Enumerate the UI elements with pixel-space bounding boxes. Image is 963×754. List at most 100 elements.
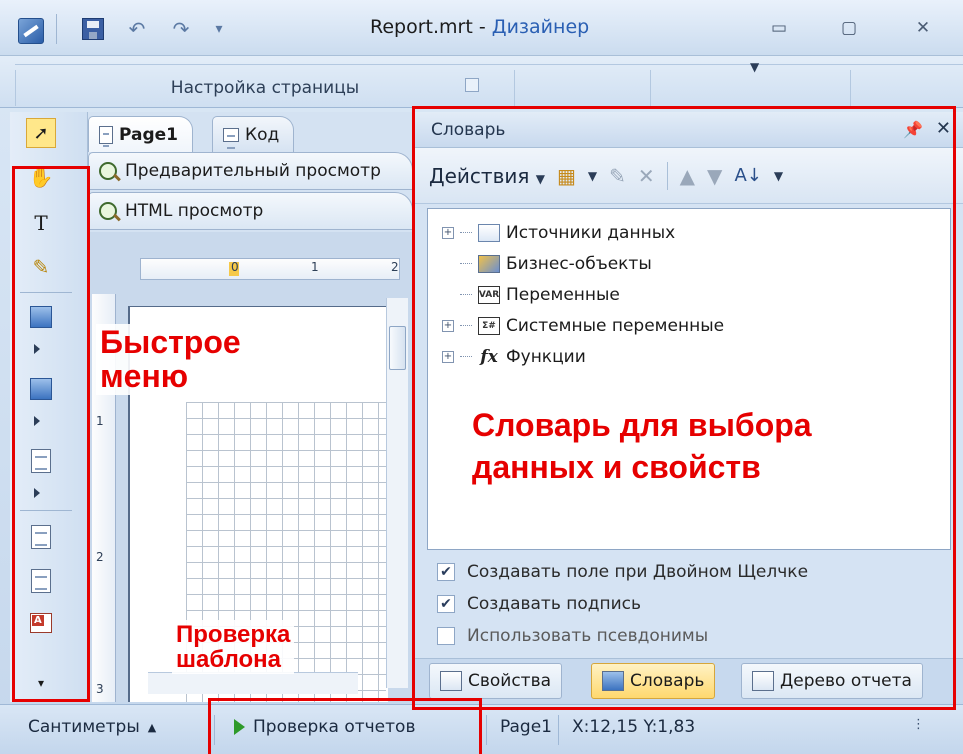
horizontal-scrollbar[interactable] <box>148 672 358 694</box>
tab-label: Словарь <box>630 671 705 691</box>
close-button[interactable]: ✕ <box>906 14 940 42</box>
tree-node-label: Переменные <box>506 284 620 305</box>
pin-icon[interactable]: 📌 <box>903 120 923 139</box>
sort-az-icon[interactable]: A↓ <box>734 165 761 186</box>
toolbox-separator <box>20 292 72 293</box>
tab-label: Код <box>245 124 280 145</box>
maximize-button[interactable]: ▢ <box>832 14 866 42</box>
report-form-icon[interactable] <box>26 608 56 638</box>
tab-properties[interactable]: Свойства <box>429 663 563 699</box>
select-pointer-icon[interactable]: ➚ <box>26 118 56 148</box>
save-icon[interactable] <box>80 16 106 42</box>
dictionary-tree: + Источники данных Бизнес-объекты VAR Пе… <box>427 208 951 550</box>
page-setup-label: Настройка страницы <box>170 78 360 98</box>
scrollbar-thumb[interactable] <box>389 326 406 370</box>
toolbox-separator <box>20 510 72 511</box>
toolbar-separator <box>666 161 668 190</box>
panel-title: Словарь <box>431 119 506 140</box>
check-reports-button[interactable]: Проверка отчетов <box>234 717 415 737</box>
toolbar-separator <box>56 14 57 44</box>
tree-node-functions[interactable]: + fx Функции <box>442 341 950 372</box>
tab-page1[interactable]: Page1 <box>88 116 194 152</box>
ribbon-divider <box>650 70 651 106</box>
option-label: Создавать подпись <box>467 594 642 614</box>
ribbon-group-caption: Настройка страницы <box>15 70 515 106</box>
coords-label: X:12,15 Y:1,83 <box>572 717 696 737</box>
annotation-line: меню <box>100 357 189 394</box>
panel-tabs: Свойства Словарь Дерево отчета <box>415 658 963 702</box>
status-overflow-icon[interactable]: ⋮ <box>912 717 925 732</box>
tab-preview[interactable]: Предварительный просмотр <box>88 152 413 190</box>
actions-menu[interactable]: Действия ▼ <box>429 164 545 188</box>
annotation-line: Проверка <box>176 621 291 648</box>
units-label: Сантиметры <box>28 717 140 737</box>
ribbon-divider <box>15 64 963 65</box>
expand-icon[interactable]: + <box>442 350 454 363</box>
ruler-label: 1 <box>311 260 319 274</box>
tree-node-label: Источники данных <box>506 222 676 243</box>
file-name: Report.mrt <box>370 16 473 38</box>
close-icon[interactable]: ✕ <box>936 118 951 139</box>
dictionary-header: Словарь <box>415 112 963 148</box>
units-selector[interactable]: Сантиметры ▲ <box>28 717 156 737</box>
hand-pan-icon[interactable]: ✋ <box>26 162 56 192</box>
annotation-line: данных и свойств <box>472 448 761 485</box>
ruler-label: 1 <box>96 414 104 428</box>
tree-node-data-sources[interactable]: + Источники данных <box>442 217 950 248</box>
option-label: Создавать поле при Двойном Щелчке <box>467 562 809 582</box>
edit-icon[interactable]: ✎ <box>609 164 626 188</box>
tree-node-business-objects[interactable]: Бизнес-объекты <box>442 248 950 279</box>
page-label: Page1 <box>500 717 552 737</box>
expand-icon[interactable]: + <box>442 319 454 332</box>
customize-quick-access-icon[interactable]: ▾ <box>206 16 232 42</box>
dictionary-toolbar: Действия ▼ ▦ ▼ ✎ ✕ ▲ ▼ A↓ ▼ <box>415 148 963 204</box>
redo-icon[interactable]: ↷ <box>168 16 194 42</box>
minimize-button[interactable]: ▭ <box>762 14 796 42</box>
ruler-label: 0 <box>231 260 239 274</box>
toolbox-overflow-icon[interactable]: ▾ <box>26 668 56 698</box>
tree-node-system-variables[interactable]: + Σ# Системные переменные <box>442 310 950 341</box>
expand-arrow-icon[interactable] <box>34 344 40 354</box>
cross-band-tool-icon[interactable] <box>26 374 56 404</box>
option-create-field-on-double-click[interactable]: ✔ Создавать поле при Двойном Щелчке <box>437 562 808 582</box>
expand-arrow-icon[interactable] <box>34 488 40 498</box>
quick-menu-toolbox: ➚ ✋ T ✎ ▾ <box>10 112 88 702</box>
vertical-scrollbar[interactable] <box>386 298 408 688</box>
move-up-icon[interactable]: ▲ <box>680 164 695 188</box>
app-name: Дизайнер <box>491 16 590 38</box>
tab-html-preview[interactable]: HTML просмотр <box>88 192 413 230</box>
app-icon[interactable] <box>18 18 44 44</box>
undo-icon[interactable]: ↶ <box>124 16 150 42</box>
expand-icon[interactable]: + <box>442 226 454 239</box>
ribbon-dropdown-arrow-icon[interactable]: ▼ <box>750 60 759 74</box>
option-use-aliases[interactable]: Использовать псевдонимы <box>437 626 708 646</box>
new-item-icon[interactable]: ▦ <box>557 164 576 188</box>
title-bar: ↶ ↷ ▾ Report.mrt - Дизайнер ▭ ▢ ✕ <box>0 0 963 56</box>
text-tool-icon[interactable]: T <box>26 208 56 238</box>
move-down-icon[interactable]: ▼ <box>707 164 722 188</box>
new-item-dropdown-icon[interactable]: ▼ <box>588 169 597 183</box>
form-icon[interactable] <box>26 566 56 596</box>
checkbox[interactable]: ✔ <box>437 595 455 613</box>
page-setup-dialog-launcher-icon[interactable] <box>465 78 479 92</box>
tree-node-label: Системные переменные <box>506 315 725 336</box>
page-icon[interactable] <box>26 522 56 552</box>
expand-arrow-icon[interactable] <box>34 416 40 426</box>
check-reports-label: Проверка отчетов <box>253 717 416 737</box>
variables-icon: VAR <box>478 285 500 304</box>
checkbox[interactable]: ✔ <box>437 563 455 581</box>
checkbox[interactable] <box>437 627 455 645</box>
format-painter-icon[interactable]: ✎ <box>26 252 56 282</box>
delete-icon[interactable]: ✕ <box>638 164 655 188</box>
component-tool-icon[interactable] <box>26 446 56 476</box>
band-tool-icon[interactable] <box>26 302 56 332</box>
dictionary-panel: Словарь 📌 ✕ Действия ▼ ▦ ▼ ✎ ✕ ▲ ▼ A↓ ▼ + … <box>414 112 963 702</box>
up-arrow-icon: ▲ <box>147 720 157 734</box>
tab-report-tree[interactable]: Дерево отчета <box>741 663 923 699</box>
tab-code[interactable]: Код <box>212 116 295 152</box>
tab-dictionary[interactable]: Словарь <box>591 663 716 699</box>
tree-node-variables[interactable]: VAR Переменные <box>442 279 950 310</box>
actions-label: Действия <box>429 163 530 188</box>
sort-dropdown-icon[interactable]: ▼ <box>774 169 783 183</box>
option-create-label[interactable]: ✔ Создавать подпись <box>437 594 641 614</box>
